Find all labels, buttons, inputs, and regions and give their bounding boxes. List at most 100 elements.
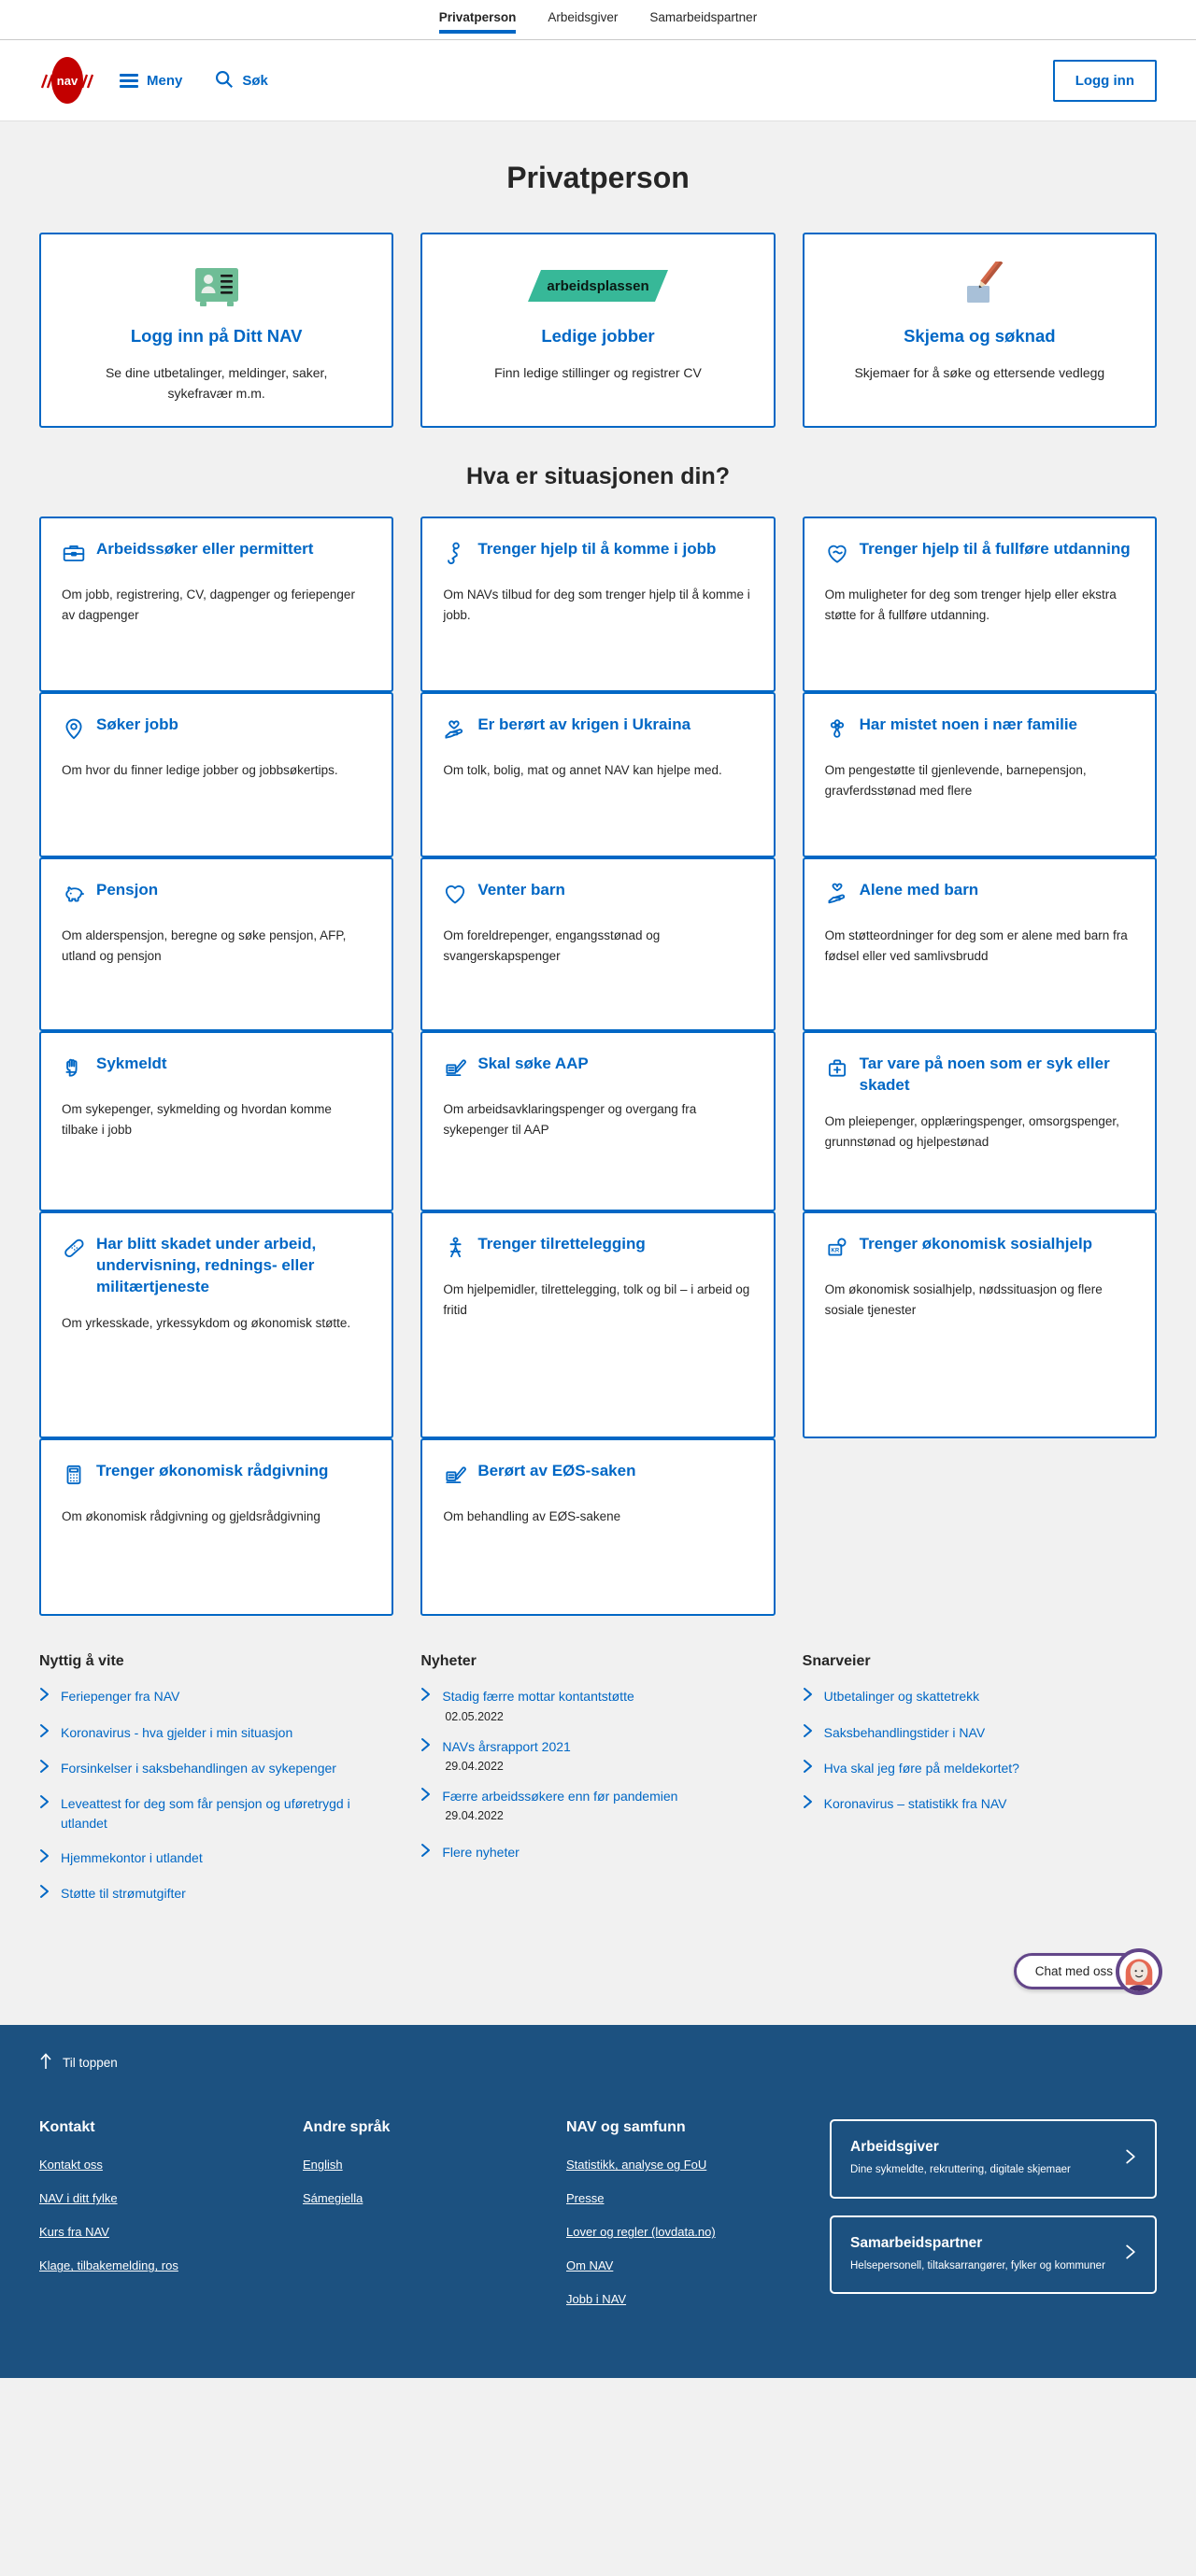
hero-card-title: Logg inn på Ditt NAV (130, 326, 303, 346)
footer-column-nav-og-samfunn: NAV og samfunn Statistikk, analyse og FoU… (566, 2119, 806, 2326)
situation-card-11[interactable]: Tar vare på noen som er syk eller skadet… (802, 1031, 1157, 1212)
situation-card-7[interactable]: Venter barn Om foreldrepenger, engangsstø… (420, 857, 776, 1032)
more-news-label: Flere nyheter (442, 1845, 520, 1861)
shortcut-label: Utbetalinger og skattetrekk (823, 1689, 980, 1705)
shortcut-link-1[interactable]: Saksbehandlingstider i NAV (803, 1723, 1157, 1743)
footer-link-1-0[interactable]: English (303, 2158, 543, 2172)
news-link-1[interactable]: NAVs årsrapport 2021 (420, 1737, 775, 1757)
situation-card-6[interactable]: Pensjon Om alderspensjon, beregne og søke… (39, 857, 394, 1032)
chevron-right-icon (39, 1848, 50, 1868)
person-help-icon (443, 539, 467, 570)
footer-link-2-2[interactable]: Lover og regler (lovdata.no) (566, 2225, 806, 2239)
useful-link-4[interactable]: Hjemmekontor i utlandet (39, 1848, 393, 1868)
bandage-icon (62, 1234, 86, 1265)
situation-card-title: Søker jobb (96, 715, 178, 734)
situation-card-title: Sykmeldt (96, 1054, 167, 1073)
situation-card-14[interactable]: KR Trenger økonomisk sosialhjelp Om økonom… (802, 1211, 1157, 1439)
useful-link-1[interactable]: Koronavirus - hva gjelder i min situasjo… (39, 1723, 393, 1743)
more-news-link[interactable]: Flere nyheter (420, 1843, 775, 1862)
heart-icon (443, 880, 467, 911)
arrow-up-icon (39, 2053, 52, 2073)
chevron-right-icon (803, 1687, 813, 1706)
useful-link-label: Støtte til strømutgifter (61, 1886, 186, 1902)
useful-link-0[interactable]: Feriepenger fra NAV (39, 1687, 393, 1706)
situation-card-title: Berørt av EØS-saken (477, 1462, 636, 1480)
situation-card-1[interactable]: Trenger hjelp til å komme i jobb Om NAVs … (420, 517, 776, 693)
money-help-icon: KR (825, 1234, 849, 1265)
search-button[interactable]: Søk (214, 69, 268, 92)
helping-hand-heart-icon (443, 715, 467, 745)
hero-card-0[interactable]: Logg inn på Ditt NAV Se dine utbetalinger… (39, 233, 394, 429)
situation-card-8[interactable]: Alene med barn Om støtteordninger for deg… (802, 857, 1157, 1032)
footer-promo-1[interactable]: Samarbeidspartner Helsepersonell, tiltaks… (830, 2215, 1157, 2294)
situation-card-16[interactable]: Berørt av EØS-saken Om behandling av EØS-… (420, 1438, 776, 1617)
situation-card-15[interactable]: Trenger økonomisk rådgivning Om økonomisk… (39, 1438, 394, 1617)
situation-card-0[interactable]: Arbeidssøker eller permittert Om jobb, re… (39, 517, 394, 693)
news-link-2[interactable]: Færre arbeidssøkere enn før pandemien (420, 1787, 775, 1806)
situation-card-description: Om arbeidsavklaringspenger og overgang f… (443, 1102, 697, 1137)
footer-promo-0[interactable]: Arbeidsgiver Dine sykmeldte, rekruttering… (830, 2119, 1157, 2199)
situation-row-2: Pensjon Om alderspensjon, beregne og søke… (39, 857, 1157, 1032)
chevron-right-icon (39, 1723, 50, 1743)
useful-link-label: Koronavirus - hva gjelder i min situasjo… (61, 1724, 293, 1740)
useful-link-3[interactable]: Leveattest for deg som får pensjon og uf… (39, 1794, 393, 1833)
form-pen-icon (443, 1054, 467, 1084)
situation-card-10[interactable]: Skal søke AAP Om arbeidsavklaringspenger … (420, 1031, 776, 1212)
footer-link-2-0[interactable]: Statistikk, analyse og FoU (566, 2158, 806, 2172)
svg-text:arbeidsplassen: arbeidsplassen (547, 278, 648, 294)
audience-tab-2[interactable]: Samarbeidspartner (649, 10, 757, 33)
footer-link-1-1[interactable]: Sámegiella (303, 2191, 543, 2205)
footer-link-2-3[interactable]: Om NAV (566, 2258, 806, 2272)
page-title: Privatperson (506, 161, 690, 194)
situation-card-description: Om muligheter for deg som trenger hjelp … (824, 587, 1117, 622)
situation-card-description: Om NAVs tilbud for deg som trenger hjelp… (443, 587, 750, 622)
hero-card-2[interactable]: Skjema og søknad Skjemaer for å søke og e… (802, 233, 1157, 429)
situation-card-description: Om støtteordninger for deg som er alene … (824, 928, 1128, 963)
shortcut-link-0[interactable]: Utbetalinger og skattetrekk (803, 1687, 1157, 1706)
audience-tab-1[interactable]: Arbeidsgiver (548, 10, 618, 33)
situation-card-description: Om sykepenger, sykmelding og hvordan kom… (62, 1102, 332, 1137)
footer-link-2-1[interactable]: Presse (566, 2191, 806, 2205)
situation-card-9[interactable]: Sykmeldt Om sykepenger, sykmelding og hvo… (39, 1031, 394, 1212)
site-footer: Til toppen Kontakt Kontakt oss NAV i ditt … (0, 2025, 1196, 2379)
menu-label: Meny (147, 72, 183, 89)
footer-link-0-1[interactable]: NAV i ditt fylke (39, 2191, 279, 2205)
promo-subtitle: Helsepersonell, tiltaksarrangører, fylke… (850, 2259, 1105, 2272)
situation-card-4[interactable]: Er berørt av krigen i Ukraina Om tolk, bo… (420, 692, 776, 858)
promo-title: Arbeidsgiver (850, 2139, 939, 2156)
situation-card-12[interactable]: Har blitt skadet under arbeid, undervisn… (39, 1211, 394, 1439)
situation-card-2[interactable]: Trenger hjelp til å fullføre utdanning Om… (802, 517, 1157, 693)
useful-link-5[interactable]: Støtte til strømutgifter (39, 1884, 393, 1904)
shortcut-link-2[interactable]: Hva skal jeg føre på meldekortet? (803, 1759, 1157, 1778)
footer-heading: Andre språk (303, 2119, 391, 2136)
shortcut-link-3[interactable]: Koronavirus – statistikk fra NAV (803, 1794, 1157, 1814)
audience-tab-0[interactable]: Privatperson (438, 10, 516, 34)
accessibility-icon (443, 1234, 467, 1265)
situation-card-description: Om yrkesskade, yrkessykdom og økonomisk … (62, 1316, 351, 1331)
nav-logo[interactable]: nav (39, 56, 95, 105)
news-link-0[interactable]: Stadig færre mottar kontantstøtte (420, 1687, 775, 1706)
chat-widget-wrapper: Chat med oss (0, 1947, 1196, 2016)
situation-card-description: Om hvor du finner ledige jobber og jobbs… (62, 763, 338, 778)
useful-link-label: Feriepenger fra NAV (61, 1689, 180, 1705)
promo-title: Samarbeidspartner (850, 2234, 983, 2251)
footer-link-0-3[interactable]: Klage, tilbakemelding, ros (39, 2258, 279, 2272)
audience-tabs: Privatperson Arbeidsgiver Samarbeidspartne… (0, 0, 1196, 34)
situation-card-5[interactable]: Har mistet noen i nær familie Om pengestø… (802, 692, 1157, 858)
footer-link-0-2[interactable]: Kurs fra NAV (39, 2225, 279, 2239)
site-header: nav Meny Søk Logg inn (0, 40, 1196, 121)
footer-link-2-4[interactable]: Jobb i NAV (566, 2292, 806, 2306)
footer-grid: Kontakt Kontakt oss NAV i ditt fylke Kurs f… (39, 2119, 1157, 2326)
promo-subtitle: Dine sykmeldte, rekruttering, digitale s… (850, 2164, 1071, 2176)
footer-link-0-0[interactable]: Kontakt oss (39, 2158, 279, 2172)
news-item-0: Stadig færre mottar kontantstøtte 02.05.2… (420, 1687, 775, 1723)
hero-card-1[interactable]: arbeidsplassen Ledige jobber Finn ledige s… (420, 233, 776, 429)
useful-link-2[interactable]: Forsinkelser i saksbehandlingen av sykep… (39, 1759, 393, 1778)
login-button[interactable]: Logg inn (1052, 59, 1157, 102)
menu-button[interactable]: Meny (120, 73, 182, 89)
chat-widget[interactable]: Chat med oss (1013, 1947, 1162, 1995)
chat-avatar[interactable] (1116, 1947, 1162, 1995)
back-to-top-button[interactable]: Til toppen (39, 2053, 118, 2073)
situation-card-3[interactable]: Søker jobb Om hvor du finner ledige jobbe… (39, 692, 394, 858)
situation-card-13[interactable]: Trenger tilrettelegging Om hjelpemidler, … (420, 1211, 776, 1439)
